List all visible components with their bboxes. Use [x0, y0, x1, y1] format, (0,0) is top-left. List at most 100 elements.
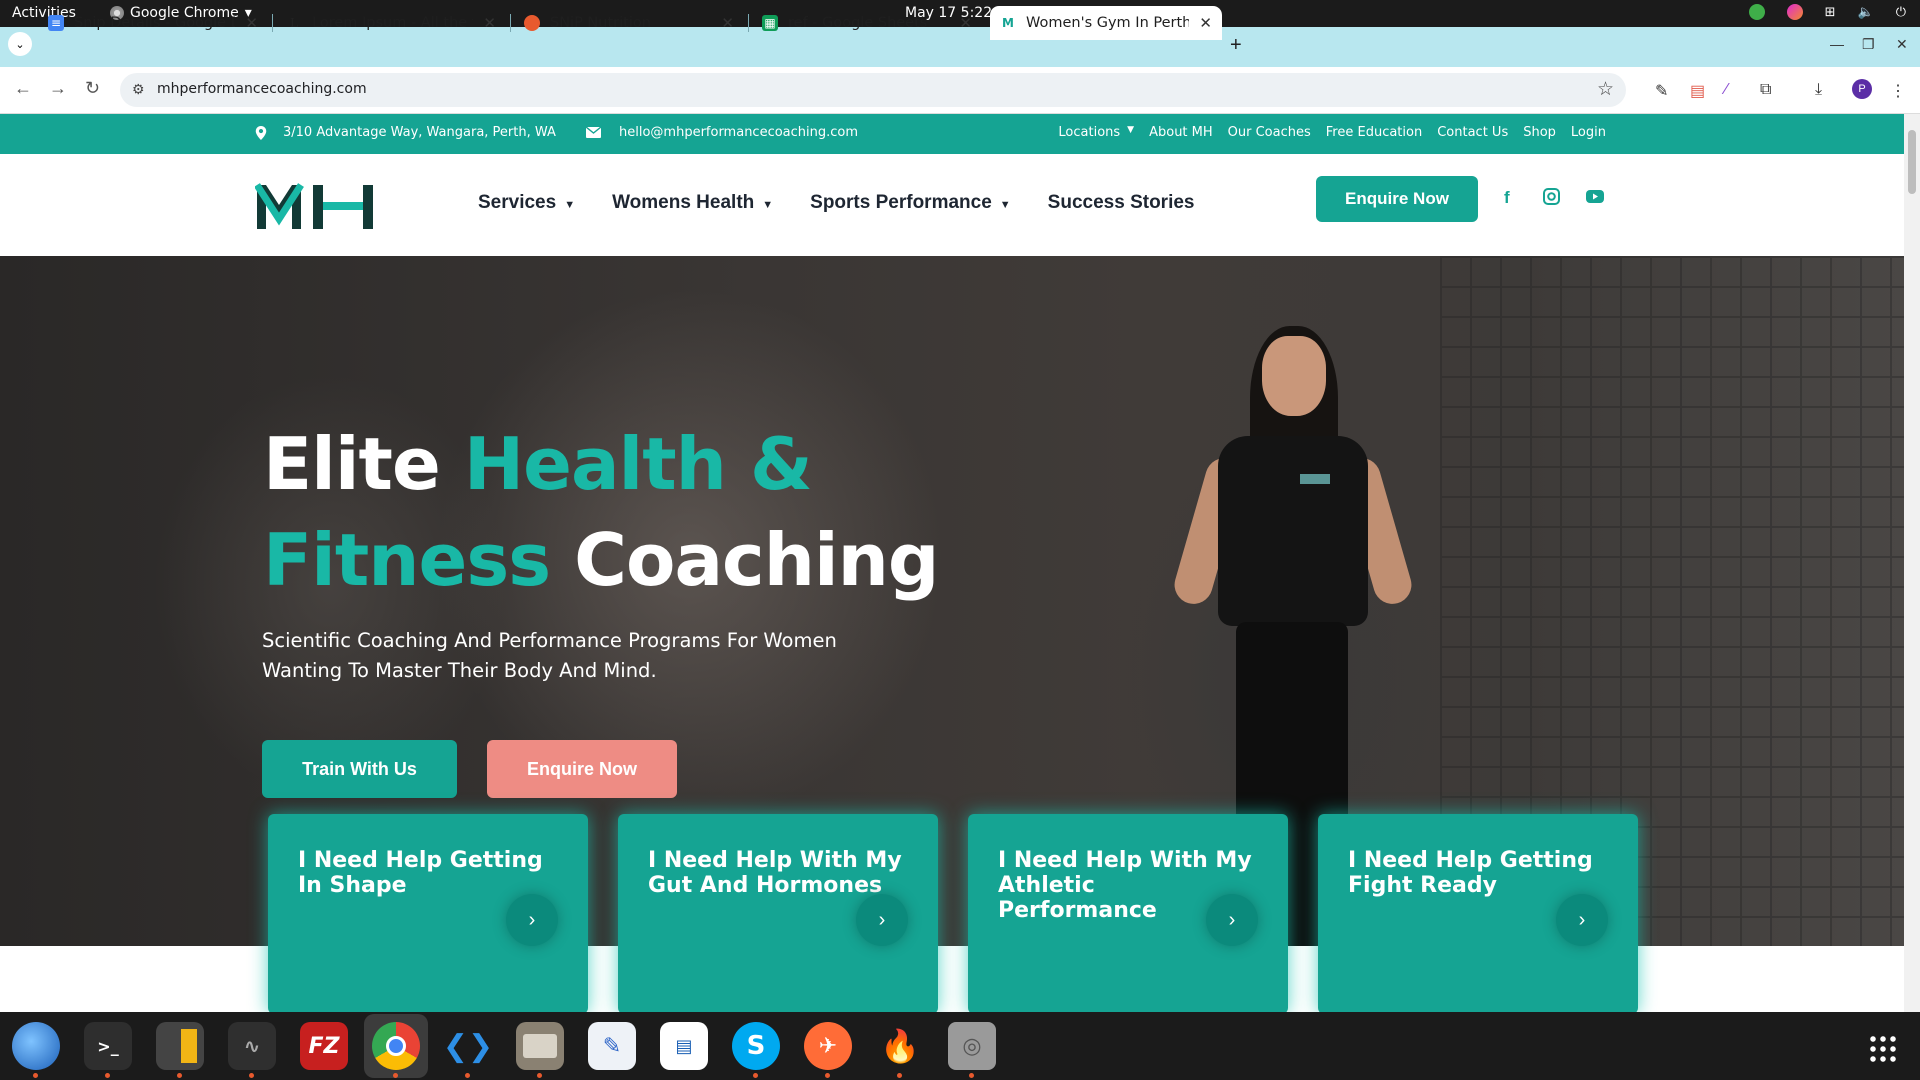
tab-title: Lorem Ipsum - All the fac	[312, 15, 473, 31]
url-text[interactable]: mhperformancecoaching.com	[157, 81, 367, 97]
tab-womens-gym-active[interactable]: M Women's Gym In Perth | ✕	[990, 6, 1222, 40]
page-scrollbar[interactable]	[1904, 114, 1920, 1012]
topbar-link-coaches[interactable]: Our Coaches	[1228, 125, 1311, 140]
filezilla-icon[interactable]: FZ	[300, 1022, 348, 1070]
topbar-link-about[interactable]: About MH	[1149, 125, 1213, 140]
vscode-icon[interactable]: ❮❯	[443, 1022, 493, 1078]
caret-down-icon: ▼	[762, 199, 774, 211]
train-with-us-button[interactable]: Train With Us	[262, 740, 457, 798]
mh-logo[interactable]	[255, 181, 377, 231]
new-tab-icon[interactable]: +	[1230, 34, 1242, 57]
reload-icon[interactable]: ↻	[85, 78, 100, 99]
chrome-icon[interactable]	[372, 1022, 420, 1078]
bookmark-star-icon[interactable]: ☆	[1597, 78, 1614, 101]
help-card-gut-hormones[interactable]: I Need Help With My Gut And Hormones ›	[618, 814, 938, 1012]
facebook-icon[interactable]: f	[1504, 188, 1510, 208]
postman-icon[interactable]: ✈	[804, 1022, 852, 1078]
skype-icon[interactable]: S	[732, 1022, 780, 1078]
nav-label: Sports Performance	[810, 192, 992, 213]
nav-womens-health[interactable]: Womens Health ▼	[612, 192, 773, 214]
tab-snip-nutrition[interactable]: SNiP Nutrition ✕	[514, 6, 744, 40]
topbar-link-contact[interactable]: Contact Us	[1437, 125, 1508, 140]
tab-ref-sheets[interactable]: ▦ ref - Google Sheets ✕	[752, 6, 982, 40]
extensions-puzzle-icon[interactable]: ⧉	[1760, 81, 1771, 99]
profile-avatar[interactable]: P	[1852, 79, 1872, 99]
thunderbird-icon[interactable]	[12, 1022, 60, 1078]
libreoffice-writer-icon[interactable]: ▤	[660, 1022, 708, 1070]
terminal-icon[interactable]: >_	[84, 1022, 132, 1078]
tab-divider	[510, 14, 511, 32]
nav-success-stories[interactable]: Success Stories	[1048, 192, 1195, 214]
pen-extension-icon[interactable]: ∕	[1725, 81, 1728, 99]
update-icon[interactable]	[1748, 4, 1765, 20]
email-text: hello@mhperformancecoaching.com	[619, 125, 859, 140]
email-item[interactable]: hello@mhperformancecoaching.com	[586, 125, 858, 140]
address-bar[interactable]: ⚙ mhperformancecoaching.com ☆	[120, 73, 1626, 107]
hero-title-part: Coaching	[550, 518, 939, 602]
chevron-right-icon[interactable]: ›	[856, 894, 908, 946]
close-tab-icon[interactable]: ✕	[483, 14, 496, 32]
main-nav: Services ▼ Womens Health ▼ Sports Performa…	[478, 192, 1194, 214]
chevron-right-icon[interactable]: ›	[1206, 894, 1258, 946]
instagram-icon[interactable]	[1543, 188, 1560, 210]
text-editor-icon[interactable]: ✎	[588, 1022, 636, 1070]
show-apps-grid-icon[interactable]	[1868, 1034, 1898, 1064]
app-indicator-icon[interactable]	[1786, 4, 1803, 20]
menu-kebab-icon[interactable]: ⋮	[1890, 81, 1906, 101]
site-topbar: 3/10 Advantage Way, Wangara, Perth, WA h…	[0, 114, 1904, 154]
caret-down-icon: ▼	[999, 199, 1011, 211]
tab-lorem-ipsum[interactable]: L Lorem Ipsum - All the fac ✕	[276, 6, 506, 40]
system-monitor-icon[interactable]: ∿	[228, 1022, 276, 1078]
tab-search-icon[interactable]: ⌄	[8, 32, 32, 56]
forward-arrow-icon[interactable]: →	[49, 78, 67, 99]
ember-flame-icon[interactable]: 🔥	[876, 1022, 924, 1078]
network-icon[interactable]: ⊞	[1825, 5, 1836, 20]
calendar-extension-icon[interactable]: ▤	[1690, 81, 1705, 101]
disks-icon[interactable]: ◎	[948, 1022, 996, 1078]
volume-icon[interactable]: 🔈	[1858, 5, 1874, 20]
youtube-icon[interactable]	[1586, 188, 1604, 208]
hero-title-accent: Health &	[463, 422, 813, 506]
dock: >_ ∿ FZ ❮❯ ✎ ▤ S ✈ 🔥 ◎	[0, 1012, 1920, 1080]
nav-services[interactable]: Services ▼	[478, 192, 575, 214]
files-icon[interactable]	[516, 1022, 564, 1078]
close-tab-icon[interactable]: ✕	[1199, 14, 1212, 32]
hero-title-part: Elite	[263, 422, 464, 506]
minimize-icon[interactable]: —	[1830, 36, 1844, 52]
site-info-icon[interactable]: ⚙	[132, 81, 145, 98]
tab-title: Women's Gym In Perth |	[1026, 15, 1190, 31]
close-tab-icon[interactable]: ✕	[245, 14, 258, 32]
topbar-link-locations[interactable]: Locations	[1058, 125, 1120, 140]
topbar-link-shop[interactable]: Shop	[1523, 125, 1556, 140]
hero-enquire-now-button[interactable]: Enquire Now	[487, 740, 677, 798]
help-card-shape[interactable]: I Need Help Getting In Shape ›	[268, 814, 588, 1012]
help-card-fight-ready[interactable]: I Need Help Getting Fight Ready ›	[1318, 814, 1638, 1012]
tab-title: Snip Details - Google Do	[74, 15, 236, 31]
calculator-icon[interactable]	[156, 1022, 204, 1078]
topbar-nav: Locations ▼ About MH Our Coaches Free Ed…	[1058, 125, 1606, 140]
toolbar: ← → ↻ ⚙ mhperformancecoaching.com ☆ ✎ ▤ …	[0, 67, 1920, 114]
chevron-right-icon[interactable]: ›	[506, 894, 558, 946]
tab-snip-details[interactable]: ≡ Snip Details - Google Do ✕	[38, 6, 268, 40]
location-pin-icon	[255, 125, 267, 140]
system-tray[interactable]: ⊞ 🔈 ⏻	[1748, 4, 1906, 20]
download-icon[interactable]: ⤓	[1815, 81, 1822, 99]
topbar-link-free-education[interactable]: Free Education	[1326, 125, 1422, 140]
nav-sports-performance[interactable]: Sports Performance ▼	[810, 192, 1011, 214]
close-tab-icon[interactable]: ✕	[959, 14, 972, 32]
address-item[interactable]: 3/10 Advantage Way, Wangara, Perth, WA	[255, 125, 556, 140]
shirt-logo	[1300, 474, 1330, 484]
eyedropper-extension-icon[interactable]: ✎	[1655, 81, 1668, 101]
help-card-athletic[interactable]: I Need Help With My Athletic Performance…	[968, 814, 1288, 1012]
card-title: I Need Help Getting Fight Ready	[1348, 848, 1593, 898]
restore-icon[interactable]: ❐	[1862, 36, 1875, 53]
back-arrow-icon[interactable]: ←	[14, 78, 32, 99]
topbar-link-login[interactable]: Login	[1571, 125, 1606, 140]
mh-favicon-icon: M	[1002, 16, 1014, 30]
enquire-now-button[interactable]: Enquire Now	[1316, 176, 1478, 222]
scrollbar-thumb[interactable]	[1908, 130, 1916, 194]
close-tab-icon[interactable]: ✕	[721, 14, 734, 32]
power-icon[interactable]: ⏻	[1896, 5, 1906, 20]
chevron-right-icon[interactable]: ›	[1556, 894, 1608, 946]
close-window-icon[interactable]: ✕	[1896, 36, 1908, 53]
